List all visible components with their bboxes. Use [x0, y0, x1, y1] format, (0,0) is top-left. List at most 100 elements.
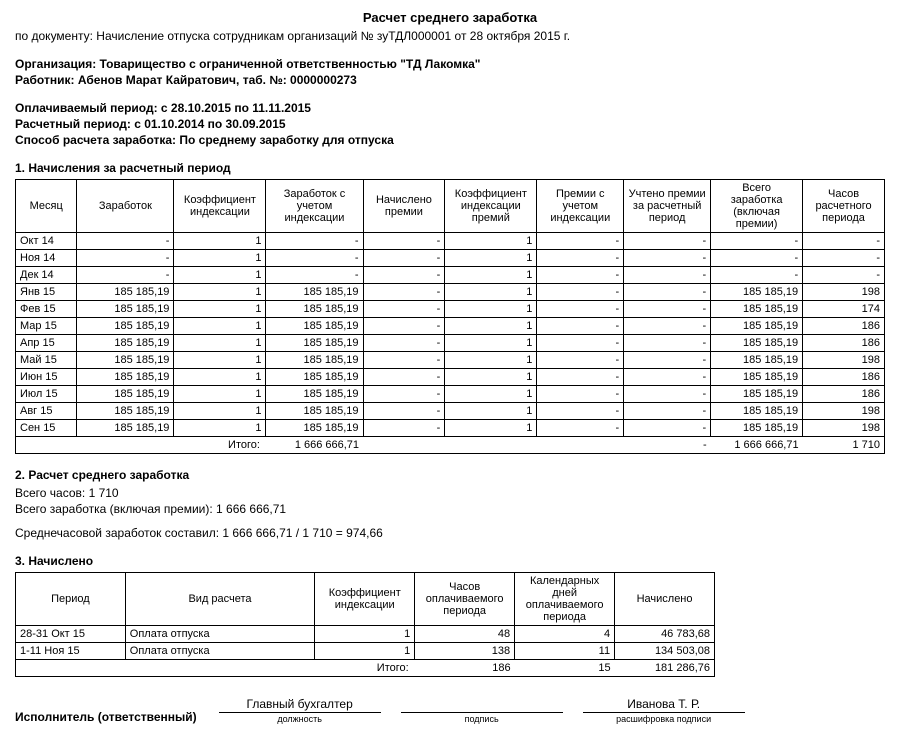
calc-total-line: Всего заработка (включая премии): 1 666 …: [15, 502, 885, 516]
cell: 1: [445, 233, 537, 250]
totals-total-earnings: 1 666 666,71: [711, 437, 803, 454]
section2-title: 2. Расчет среднего заработка: [15, 468, 885, 482]
table-row: Янв 15185 185,191185 185,19-1--185 185,1…: [16, 284, 885, 301]
cell: -: [77, 233, 174, 250]
th-index-coef: Коэффициент индексации: [174, 180, 266, 233]
cell: 138: [415, 643, 515, 660]
table-row: Дек 14-1--1----: [16, 267, 885, 284]
org-value: Товарищество с ограниченной ответственно…: [100, 57, 481, 71]
cell: Мар 15: [16, 318, 77, 335]
th2-accrued: Начислено: [615, 573, 715, 626]
doc-text: Начисление отпуска сотрудникам организац…: [96, 29, 570, 43]
cell: 185 185,19: [266, 369, 363, 386]
method-value: По среднему заработку для отпуска: [179, 133, 393, 147]
cell: -: [537, 250, 624, 267]
cell: -: [363, 403, 445, 420]
cell: -: [537, 318, 624, 335]
cell: -: [624, 233, 711, 250]
cell: -: [266, 233, 363, 250]
cell: -: [363, 335, 445, 352]
cell: 185 185,19: [711, 284, 803, 301]
cell: -: [624, 267, 711, 284]
cell: -: [363, 369, 445, 386]
accrued-table: Период Вид расчета Коэффициент индексаци…: [15, 572, 715, 677]
org-label: Организация:: [15, 57, 100, 71]
cell: 185 185,19: [711, 352, 803, 369]
cell: 198: [803, 352, 885, 369]
section3-title: 3. Начислено: [15, 554, 885, 568]
cell: -: [624, 284, 711, 301]
th2-days: Календарных дней оплачиваемого периода: [515, 573, 615, 626]
t2-totals-accrued: 181 286,76: [615, 660, 715, 677]
accrued-totals-row: Итого: 186 15 181 286,76: [16, 660, 715, 677]
cell: 185 185,19: [266, 420, 363, 437]
cell: 198: [803, 284, 885, 301]
cell: -: [624, 386, 711, 403]
calc-avg-line: Среднечасовой заработок составил: 1 666 …: [15, 526, 885, 540]
cell: 1: [445, 352, 537, 369]
cell: 1: [174, 420, 266, 437]
cell: Оплата отпуска: [125, 643, 315, 660]
cell: -: [537, 403, 624, 420]
cell: 1: [174, 267, 266, 284]
cell: -: [624, 335, 711, 352]
cell: 185 185,19: [266, 352, 363, 369]
signature-row: Исполнитель (ответственный) Главный бухг…: [15, 697, 885, 724]
totals-earnings-indexed: 1 666 666,71: [266, 437, 363, 454]
th-month: Месяц: [16, 180, 77, 233]
cell: -: [624, 369, 711, 386]
calc-period-value: с 01.10.2014 по 30.09.2015: [134, 117, 285, 131]
cell: -: [363, 318, 445, 335]
cell: -: [537, 335, 624, 352]
cell: -: [624, 318, 711, 335]
cell: 28-31 Окт 15: [16, 626, 126, 643]
cell: 1: [445, 284, 537, 301]
cell: -: [363, 233, 445, 250]
cell: Июл 15: [16, 386, 77, 403]
cell: 1: [174, 369, 266, 386]
cell: -: [363, 420, 445, 437]
th-hours: Часов расчетного периода: [803, 180, 885, 233]
th-bonus-indexed: Премии с учетом индексации: [537, 180, 624, 233]
table-row: 1-11 Ноя 15Оплата отпуска113811134 503,0…: [16, 643, 715, 660]
cell: Авг 15: [16, 403, 77, 420]
cell: 1: [315, 643, 415, 660]
cell: 1: [174, 284, 266, 301]
cell: 185 185,19: [711, 369, 803, 386]
cell: 1: [445, 335, 537, 352]
cell: Май 15: [16, 352, 77, 369]
cell: 185 185,19: [266, 318, 363, 335]
cell: -: [363, 284, 445, 301]
cell: 185 185,19: [77, 403, 174, 420]
cell: 48: [415, 626, 515, 643]
cell: Окт 14: [16, 233, 77, 250]
cell: 198: [803, 403, 885, 420]
table-row: Май 15185 185,191185 185,19-1--185 185,1…: [16, 352, 885, 369]
cell: -: [363, 301, 445, 318]
cell: -: [624, 420, 711, 437]
table-row: Авг 15185 185,191185 185,19-1--185 185,1…: [16, 403, 885, 420]
table-row: Июн 15185 185,191185 185,19-1--185 185,1…: [16, 369, 885, 386]
cell: 1: [445, 386, 537, 403]
table-row: Сен 15185 185,191185 185,19-1--185 185,1…: [16, 420, 885, 437]
cell: Оплата отпуска: [125, 626, 315, 643]
cell: 1: [174, 386, 266, 403]
employee-value: Абенов Марат Кайратович, таб. №: 0000000…: [78, 73, 357, 87]
cell: 186: [803, 386, 885, 403]
cell: 1: [445, 403, 537, 420]
cell: -: [77, 267, 174, 284]
cell: 185 185,19: [77, 369, 174, 386]
cell: 185 185,19: [77, 335, 174, 352]
cell: Сен 15: [16, 420, 77, 437]
sign-signature: [401, 697, 563, 713]
cell: -: [537, 267, 624, 284]
cell: 46 783,68: [615, 626, 715, 643]
cell: -: [803, 250, 885, 267]
employee-label: Работник:: [15, 73, 78, 87]
totals-bonus-accounted: -: [624, 437, 711, 454]
cell: 1-11 Ноя 15: [16, 643, 126, 660]
cell: 1: [174, 233, 266, 250]
cell: Ноя 14: [16, 250, 77, 267]
accruals-table: Месяц Заработок Коэффициент индексации З…: [15, 179, 885, 454]
sign-signature-caption: подпись: [401, 714, 563, 724]
